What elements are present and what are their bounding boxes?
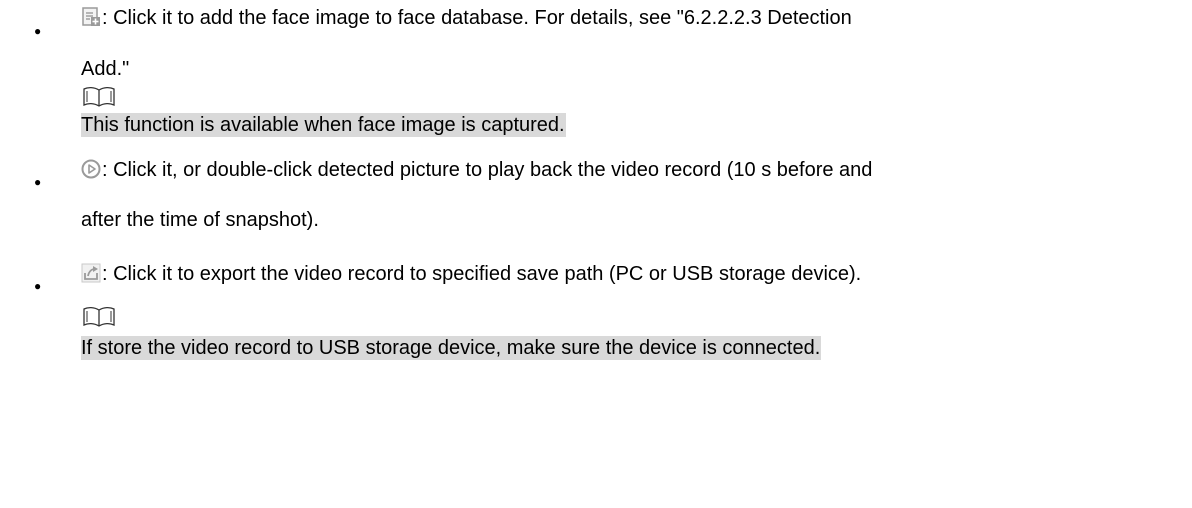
item-1-text-1: : Click it to add the face image to face… [102, 7, 852, 29]
item-3-text-1: : Click it to export the video record to… [102, 263, 862, 285]
item-1-line-2: Add." [81, 58, 130, 80]
add-to-database-icon [82, 7, 100, 26]
item-1-line-1: : Click it to add the face image to face… [81, 6, 852, 30]
bullet: ● [34, 24, 42, 38]
item-2-line-2: after the time of snapshot). [81, 209, 319, 231]
item-2-text-1: : Click it, or double-click detected pic… [102, 159, 873, 181]
book-icon [83, 86, 115, 107]
item-2-line-1: : Click it, or double-click detected pic… [81, 158, 872, 182]
bullet: ● [34, 279, 42, 293]
item-3-line-1: : Click it to export the video record to… [81, 262, 861, 286]
export-icon [81, 263, 101, 283]
book-icon [83, 306, 115, 327]
note-text-1: This function is available when face ima… [81, 113, 566, 137]
document-page: ● : Click it to add the face image to fa… [0, 0, 1192, 508]
play-icon [81, 159, 101, 179]
note-text-2: If store the video record to USB storage… [81, 336, 822, 360]
bullet: ● [34, 175, 42, 189]
